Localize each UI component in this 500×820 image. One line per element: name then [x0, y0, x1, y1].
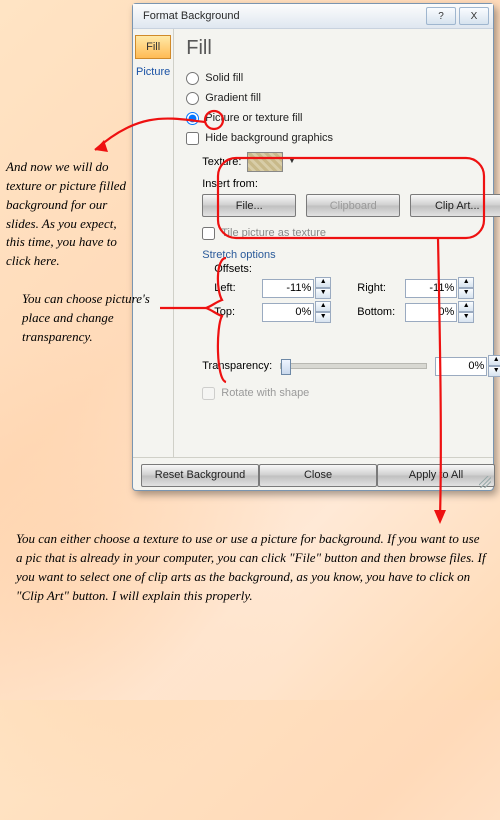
offset-right-spinner[interactable]: ▲▼ — [405, 277, 474, 299]
check-hide-bg-graphics-label: Hide background graphics — [205, 132, 333, 144]
dialog-title: Format Background — [143, 10, 423, 22]
offsets-label: Offsets: — [214, 263, 500, 275]
annotation-text-2: You can choose picture's place and chang… — [22, 290, 152, 347]
check-rotate-with-shape[interactable]: Rotate with shape — [202, 383, 500, 403]
spin-up-icon[interactable]: ▲ — [458, 277, 474, 288]
check-rotate-with-shape-input — [202, 387, 215, 400]
spin-down-icon[interactable]: ▼ — [315, 288, 331, 299]
check-tile-picture-input[interactable] — [202, 227, 215, 240]
panel-heading: Fill — [186, 37, 500, 60]
format-background-dialog: Format Background ? X Fill Picture Fill … — [132, 3, 494, 491]
sidebar-tab-fill[interactable]: Fill — [135, 35, 171, 59]
radio-picture-texture-fill[interactable]: Picture or texture fill — [186, 108, 500, 128]
check-rotate-with-shape-label: Rotate with shape — [221, 387, 309, 399]
offset-bottom-input[interactable] — [405, 303, 457, 322]
file-button[interactable]: File... — [202, 194, 296, 217]
check-tile-picture-label: Tile picture as texture — [221, 227, 326, 239]
spin-down-icon[interactable]: ▼ — [488, 366, 500, 377]
fill-panel: Fill Solid fill Gradient fill Picture or… — [174, 29, 500, 457]
spin-down-icon[interactable]: ▼ — [315, 312, 331, 323]
radio-solid-fill[interactable]: Solid fill — [186, 68, 500, 88]
arrowhead-icon — [95, 140, 108, 152]
spin-up-icon[interactable]: ▲ — [315, 301, 331, 312]
spin-up-icon[interactable]: ▲ — [458, 301, 474, 312]
spin-up-icon[interactable]: ▲ — [315, 277, 331, 288]
spin-down-icon[interactable]: ▼ — [458, 312, 474, 323]
texture-label: Texture: — [202, 156, 241, 168]
insert-from-label: Insert from: — [202, 178, 500, 190]
offset-bottom-label: Bottom: — [357, 306, 397, 318]
transparency-spinner[interactable]: ▲▼ — [435, 355, 500, 377]
offset-top-spinner[interactable]: ▲▼ — [262, 301, 331, 323]
spin-up-icon[interactable]: ▲ — [488, 355, 500, 366]
annotation-text-1: And now we will do texture or picture fi… — [6, 158, 136, 271]
check-hide-bg-graphics-input[interactable] — [186, 132, 199, 145]
offset-left-input[interactable] — [262, 279, 314, 298]
resize-grip-icon[interactable] — [479, 476, 491, 488]
spin-down-icon[interactable]: ▼ — [458, 288, 474, 299]
radio-picture-texture-fill-input[interactable] — [186, 112, 199, 125]
transparency-label: Transparency: — [202, 360, 272, 372]
check-tile-picture[interactable]: Tile picture as texture — [202, 223, 500, 243]
offset-top-label: Top: — [214, 306, 254, 318]
transparency-slider[interactable] — [280, 363, 427, 369]
sidebar: Fill Picture — [133, 29, 174, 457]
annotation-text-3: You can either choose a texture to use o… — [16, 530, 486, 605]
transparency-input[interactable] — [435, 357, 487, 376]
close-window-button[interactable]: X — [459, 7, 489, 25]
help-button[interactable]: ? — [426, 7, 456, 25]
dialog-footer: Reset Background Close Apply to All — [133, 457, 493, 492]
offset-top-input[interactable] — [262, 303, 314, 322]
radio-solid-fill-label: Solid fill — [205, 72, 243, 84]
offset-right-label: Right: — [357, 282, 397, 294]
clip-art-button[interactable]: Clip Art... — [410, 194, 500, 217]
arrowhead-icon — [434, 510, 446, 524]
titlebar[interactable]: Format Background ? X — [133, 4, 493, 29]
close-button[interactable]: Close — [259, 464, 377, 487]
texture-picker[interactable] — [247, 152, 283, 172]
radio-gradient-fill-label: Gradient fill — [205, 92, 261, 104]
offset-left-label: Left: — [214, 282, 254, 294]
radio-gradient-fill[interactable]: Gradient fill — [186, 88, 500, 108]
radio-picture-texture-fill-label: Picture or texture fill — [205, 112, 302, 124]
apply-to-all-button[interactable]: Apply to All — [377, 464, 495, 487]
offset-left-spinner[interactable]: ▲▼ — [262, 277, 331, 299]
stretch-options-header: Stretch options — [202, 249, 500, 261]
radio-solid-fill-input[interactable] — [186, 72, 199, 85]
reset-background-button[interactable]: Reset Background — [141, 464, 259, 487]
offset-bottom-spinner[interactable]: ▲▼ — [405, 301, 474, 323]
sidebar-tab-picture[interactable]: Picture — [135, 60, 171, 84]
slider-thumb[interactable] — [281, 359, 291, 375]
clipboard-button: Clipboard — [306, 194, 400, 217]
radio-gradient-fill-input[interactable] — [186, 92, 199, 105]
offset-right-input[interactable] — [405, 279, 457, 298]
check-hide-bg-graphics[interactable]: Hide background graphics — [186, 128, 500, 148]
